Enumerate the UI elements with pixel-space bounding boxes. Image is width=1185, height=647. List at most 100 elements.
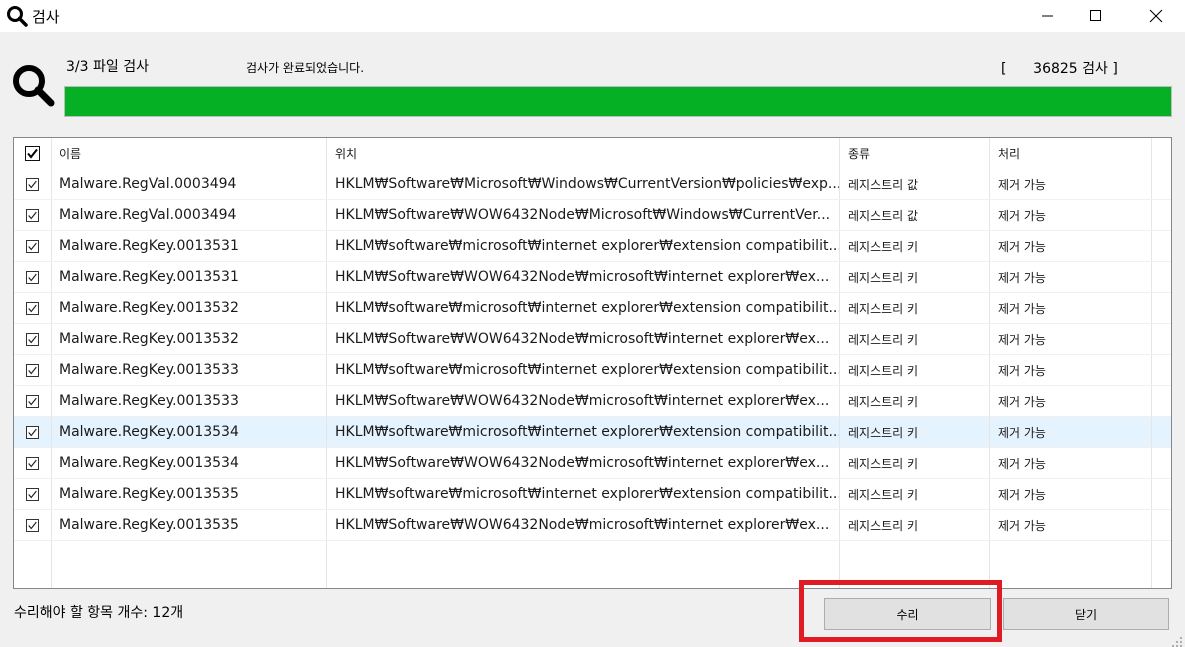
row-filler [1152, 510, 1171, 540]
row-name: Malware.RegVal.0003494 [52, 169, 327, 199]
row-filler [1152, 479, 1171, 509]
row-checkbox[interactable] [26, 425, 39, 439]
table-row[interactable]: Malware.RegVal.0003494 HKLM₩Software₩Micr… [14, 169, 1171, 200]
checkmark-icon [28, 242, 37, 250]
row-checkbox-cell[interactable] [14, 479, 52, 509]
row-type: 레지스트리 키 [840, 355, 990, 385]
repair-button[interactable]: 수리 [824, 598, 991, 630]
table-row[interactable]: Malware.RegKey.0013531 HKLM₩Software₩WOW6… [14, 262, 1171, 293]
table-row[interactable]: Malware.RegKey.0013534 HKLM₩software₩micr… [14, 417, 1171, 448]
row-filler [1152, 355, 1171, 385]
row-name: Malware.RegVal.0003494 [52, 200, 327, 230]
table-row[interactable]: Malware.RegVal.0003494 HKLM₩Software₩WOW6… [14, 200, 1171, 231]
table-row[interactable]: Malware.RegKey.0013532 HKLM₩software₩micr… [14, 293, 1171, 324]
checkmark-icon [28, 273, 37, 281]
row-name: Malware.RegKey.0013531 [52, 262, 327, 292]
row-location: HKLM₩Software₩WOW6432Node₩microsoft₩inte… [327, 510, 840, 540]
row-action: 제거 가능 [990, 479, 1152, 509]
row-name: Malware.RegKey.0013533 [52, 355, 327, 385]
row-checkbox-cell[interactable] [14, 386, 52, 416]
row-checkbox[interactable] [26, 518, 39, 532]
close-icon [1149, 9, 1163, 23]
progress-fill [65, 87, 1171, 116]
table-row[interactable]: Malware.RegKey.0013531 HKLM₩software₩micr… [14, 231, 1171, 262]
results-list[interactable]: 이름 위치 종류 처리 Malware.RegVal.0003494 HKLM₩S… [13, 137, 1172, 589]
row-checkbox[interactable] [26, 332, 39, 346]
scan-window: 검사 3/3 파일 검사 검사가 완료되었습니다. [ 36825 검사 ] 이… [0, 0, 1185, 647]
row-checkbox-cell[interactable] [14, 293, 52, 323]
row-action: 제거 가능 [990, 510, 1152, 540]
minimize-button[interactable] [1025, 0, 1071, 32]
row-name: Malware.RegKey.0013531 [52, 231, 327, 261]
row-action: 제거 가능 [990, 169, 1152, 199]
table-row[interactable]: Malware.RegKey.0013535 HKLM₩software₩micr… [14, 479, 1171, 510]
row-checkbox[interactable] [26, 456, 39, 470]
row-checkbox-cell[interactable] [14, 200, 52, 230]
scan-progress-bar [64, 86, 1172, 117]
table-row[interactable]: Malware.RegKey.0013535 HKLM₩Software₩WOW6… [14, 510, 1171, 541]
row-filler [1152, 200, 1171, 230]
maximize-button[interactable] [1073, 0, 1119, 32]
row-location: HKLM₩software₩microsoft₩internet explore… [327, 479, 840, 509]
checkmark-icon [28, 459, 37, 467]
row-name: Malware.RegKey.0013534 [52, 448, 327, 478]
window-title: 검사 [32, 8, 60, 26]
column-header-filler [1152, 138, 1171, 169]
table-row[interactable]: Malware.RegKey.0013534 HKLM₩Software₩WOW6… [14, 448, 1171, 479]
row-action: 제거 가능 [990, 262, 1152, 292]
title-bar[interactable]: 검사 [0, 0, 1185, 32]
row-checkbox[interactable] [26, 208, 39, 222]
row-type: 레지스트리 키 [840, 324, 990, 354]
row-type: 레지스트리 키 [840, 417, 990, 447]
row-checkbox-cell[interactable] [14, 448, 52, 478]
row-type: 레지스트리 키 [840, 479, 990, 509]
row-name: Malware.RegKey.0013533 [52, 386, 327, 416]
row-checkbox[interactable] [26, 487, 39, 501]
column-header-name[interactable]: 이름 [52, 138, 327, 169]
row-checkbox[interactable] [26, 394, 39, 408]
items-to-repair-count: 수리해야 할 항목 개수: 12개 [14, 605, 184, 621]
column-header-type[interactable]: 종류 [840, 138, 990, 169]
row-location: HKLM₩software₩microsoft₩internet explore… [327, 355, 840, 385]
checkmark-icon [28, 428, 37, 436]
row-action: 제거 가능 [990, 324, 1152, 354]
close-window-button[interactable] [1133, 0, 1179, 32]
row-checkbox-cell[interactable] [14, 324, 52, 354]
column-header-action[interactable]: 처리 [990, 138, 1152, 169]
row-location: HKLM₩Software₩WOW6432Node₩microsoft₩inte… [327, 448, 840, 478]
table-row[interactable]: Malware.RegKey.0013532 HKLM₩Software₩WOW6… [14, 324, 1171, 355]
row-filler [1152, 169, 1171, 199]
table-row[interactable]: Malware.RegKey.0013533 HKLM₩Software₩WOW6… [14, 386, 1171, 417]
row-checkbox[interactable] [26, 270, 39, 284]
header-checkbox-cell[interactable] [14, 138, 52, 169]
row-checkbox-cell[interactable] [14, 510, 52, 540]
row-checkbox[interactable] [26, 301, 39, 315]
maximize-icon [1090, 10, 1101, 21]
row-name: Malware.RegKey.0013535 [52, 510, 327, 540]
row-type: 레지스트리 값 [840, 169, 990, 199]
row-filler [1152, 417, 1171, 447]
row-checkbox[interactable] [26, 363, 39, 377]
row-name: Malware.RegKey.0013532 [52, 324, 327, 354]
resize-grip-icon[interactable] [1171, 633, 1183, 647]
checkmark-icon [28, 180, 37, 188]
close-button[interactable]: 닫기 [1003, 598, 1169, 630]
row-type: 레지스트리 키 [840, 293, 990, 323]
row-checkbox-cell[interactable] [14, 231, 52, 261]
scan-count-label: [ 36825 검사 ] [1001, 61, 1118, 77]
row-checkbox-cell[interactable] [14, 417, 52, 447]
row-checkbox-cell[interactable] [14, 169, 52, 199]
row-checkbox-cell[interactable] [14, 355, 52, 385]
table-row[interactable]: Malware.RegKey.0013533 HKLM₩software₩micr… [14, 355, 1171, 386]
row-checkbox[interactable] [26, 177, 39, 191]
row-checkbox-cell[interactable] [14, 262, 52, 292]
column-header-location[interactable]: 위치 [327, 138, 840, 169]
row-checkbox[interactable] [26, 239, 39, 253]
row-name: Malware.RegKey.0013532 [52, 293, 327, 323]
checkmark-icon [28, 490, 37, 498]
row-location: HKLM₩software₩microsoft₩internet explore… [327, 293, 840, 323]
select-all-checkbox[interactable] [25, 146, 40, 161]
checkmark-icon [28, 304, 37, 312]
row-filler [1152, 324, 1171, 354]
row-type: 레지스트리 키 [840, 386, 990, 416]
